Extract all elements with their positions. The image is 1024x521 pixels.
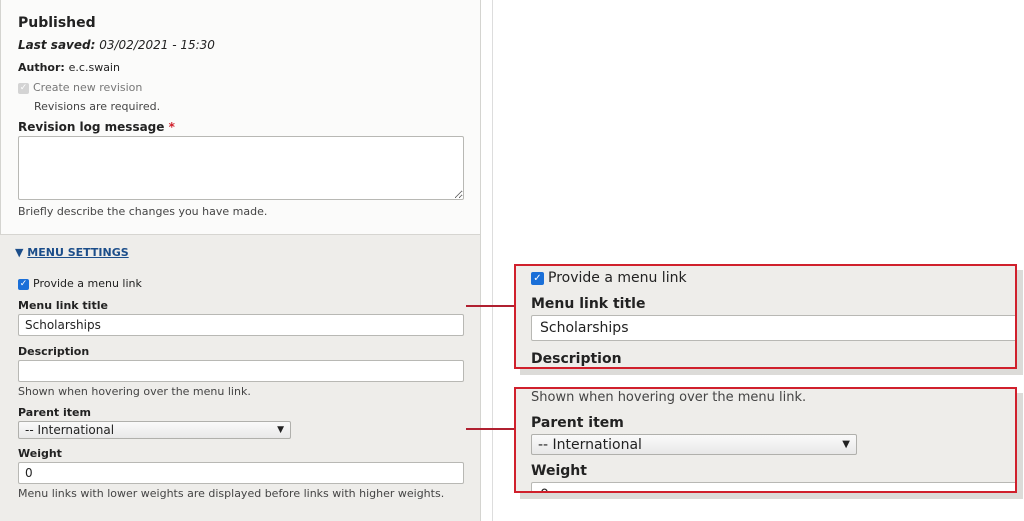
description-input[interactable] (18, 360, 464, 382)
required-mark: * (168, 120, 175, 134)
provide-menu-link-label-zoom: Provide a menu link (548, 270, 687, 286)
checkbox-icon: ✓ (18, 278, 29, 290)
weight-label-zoom: Weight (531, 463, 587, 479)
author-label: Author: (18, 61, 65, 74)
parent-item-value: -- International (25, 423, 115, 437)
parent-item-label-zoom: Parent item (531, 415, 624, 431)
menu-settings-toggle[interactable]: ▼ MENU SETTINGS (15, 246, 129, 259)
parent-item-label: Parent item (18, 406, 91, 419)
menu-settings-title: MENU SETTINGS (27, 246, 129, 259)
chevron-down-icon: ▼ (842, 439, 850, 450)
divider (492, 0, 493, 521)
menu-link-title-label-zoom: Menu link title (531, 296, 646, 312)
revision-log-textarea[interactable] (18, 136, 464, 200)
parent-item-value-zoom: -- International (538, 436, 642, 453)
menu-link-title-input[interactable]: Scholarships (18, 314, 464, 336)
author-value: e.c.swain (68, 61, 120, 74)
last-saved-label: Last saved: (18, 38, 96, 52)
checkbox-icon: ✓ (18, 82, 29, 94)
parent-item-select-zoom[interactable]: -- International ▼ (531, 434, 857, 455)
menu-link-title-label: Menu link title (18, 299, 108, 312)
callout-zoom-top: ✓ Provide a menu link Menu link title Sch… (514, 264, 1017, 369)
last-saved-value: 03/02/2021 - 15:30 (99, 38, 215, 52)
weight-input[interactable]: 0 (18, 462, 464, 484)
provide-menu-link-label: Provide a menu link (33, 277, 142, 290)
callout-connector (466, 305, 514, 307)
provide-menu-link-checkbox-zoom[interactable]: ✓ Provide a menu link (531, 270, 687, 286)
chevron-down-icon: ▼ (277, 425, 284, 435)
callout-zoom-bottom: Shown when hovering over the menu link. … (514, 387, 1017, 493)
status-title: Published (18, 15, 96, 31)
revision-log-help: Briefly describe the changes you have ma… (18, 205, 268, 218)
provide-menu-link-checkbox[interactable]: ✓ Provide a menu link (18, 277, 142, 290)
weight-label: Weight (18, 447, 62, 460)
weight-help: Menu links with lower weights are displa… (18, 487, 445, 500)
description-label-zoom: Description (531, 351, 622, 367)
parent-item-select[interactable]: -- International ▼ (18, 421, 291, 439)
description-help-zoom: Shown when hovering over the menu link. (531, 390, 807, 405)
description-label: Description (18, 345, 90, 358)
create-revision-checkbox[interactable]: ✓ Create new revision (18, 81, 142, 94)
description-help: Shown when hovering over the menu link. (18, 385, 251, 398)
triangle-down-icon: ▼ (15, 246, 28, 259)
revision-log-label: Revision log message (18, 120, 165, 134)
callout-connector (466, 428, 514, 430)
revision-note: Revisions are required. (34, 100, 161, 113)
menu-link-title-input-zoom[interactable]: Scholarships (531, 315, 1015, 341)
checkbox-icon: ✓ (531, 271, 544, 285)
weight-input-zoom[interactable]: 0 (531, 482, 1015, 491)
create-revision-label: Create new revision (33, 81, 143, 94)
